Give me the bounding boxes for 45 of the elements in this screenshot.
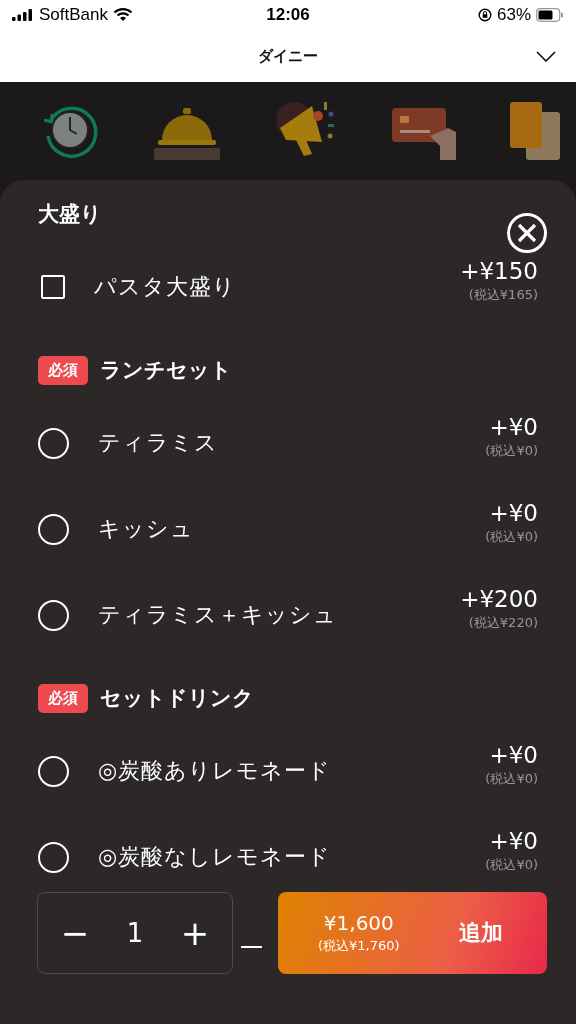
close-icon[interactable] — [506, 212, 548, 254]
battery-percent: 63% — [496, 5, 531, 25]
tax-price: (税込¥0) — [485, 856, 538, 874]
page-title: ダイニー — [258, 46, 318, 66]
radio-button[interactable] — [38, 841, 69, 873]
clock-time: 12:06 — [266, 5, 310, 25]
tax-price: (税込¥0) — [485, 770, 538, 788]
required-badge: 必須 — [38, 355, 88, 385]
option-label: ◎炭酸なしレモネード — [98, 843, 333, 871]
tax-price: (税込¥0) — [485, 442, 538, 460]
tax-price: (税込¥220) — [468, 614, 538, 632]
bell-icon — [154, 106, 220, 160]
option-price: +¥0 — [489, 828, 538, 854]
signal-icon — [12, 9, 34, 21]
tax-price: (税込¥165) — [468, 286, 538, 304]
chevron-down-icon[interactable] — [536, 51, 556, 62]
section-title: 大盛り — [38, 201, 102, 228]
option-label: ◎炭酸ありレモネード — [98, 757, 333, 785]
credit-card-icon — [392, 106, 456, 160]
radio-button[interactable] — [38, 755, 69, 787]
option-price: +¥0 — [489, 414, 538, 440]
wifi-icon — [113, 8, 133, 22]
rotation-lock-icon — [477, 8, 492, 22]
checkbox[interactable] — [41, 275, 65, 299]
carrier-name: SoftBank — [39, 5, 108, 25]
radio-button[interactable] — [38, 427, 69, 459]
section-title: セットドリンク — [100, 685, 254, 712]
required-badge: 必須 — [38, 683, 88, 713]
option-label: キッシュ — [98, 515, 195, 543]
option-price: +¥0 — [489, 742, 538, 768]
add-button[interactable]: ¥1,600 (税込¥1,760) 追加 — [278, 892, 547, 974]
minus-button[interactable]: − — [52, 913, 98, 953]
option-label: ティラミス＋キッシュ — [98, 601, 338, 629]
option-label: ティラミス — [98, 429, 219, 457]
battery-icon — [536, 8, 564, 22]
option-price: +¥200 — [460, 586, 538, 612]
option-price: +¥150 — [460, 258, 538, 284]
quantity-value: 1 — [126, 918, 144, 948]
radio-button[interactable] — [38, 513, 69, 545]
tax-price: (税込¥0) — [485, 528, 538, 546]
option-label: パスタ大盛り — [94, 273, 237, 301]
option-price: +¥0 — [489, 500, 538, 526]
plus-button[interactable]: + — [172, 913, 218, 953]
section-title: ランチセット — [100, 357, 232, 384]
radio-button[interactable] — [38, 599, 69, 631]
